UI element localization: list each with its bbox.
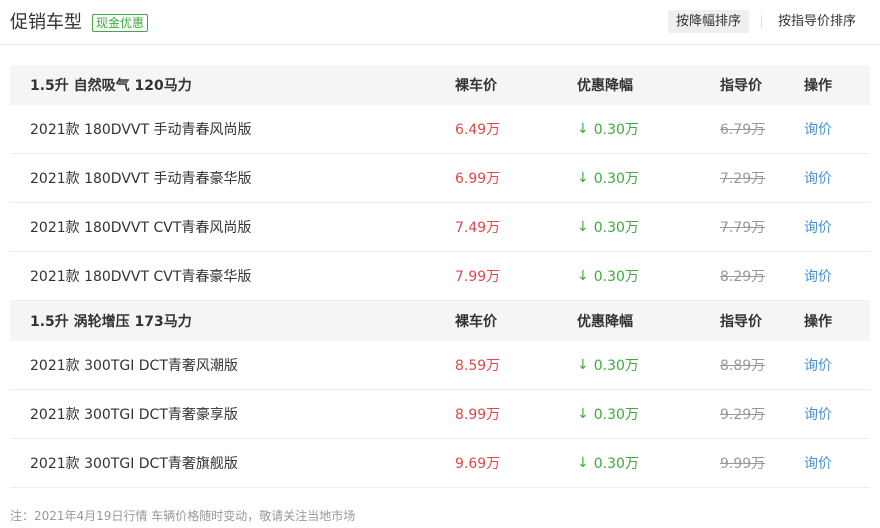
inquire-price-link[interactable]: 询价: [804, 203, 832, 251]
column-header-price: 裸车价: [455, 78, 497, 94]
discount-amount: ↓ 0.30万: [577, 357, 639, 374]
bare-car-price: 8.99万: [455, 407, 501, 423]
guide-price: 6.79万: [720, 122, 766, 138]
arrow-down-icon: ↓: [577, 455, 589, 471]
table-row: 2021款 180DVVT CVT青春风尚版 7.49万 ↓ 0.30万 7.79…: [10, 203, 870, 252]
discount-amount: ↓ 0.30万: [577, 406, 639, 423]
table-row: 2021款 180DVVT CVT青春豪华版 7.99万 ↓ 0.30万 8.29…: [10, 252, 870, 301]
bare-car-price: 9.69万: [455, 456, 501, 472]
guide-price: 8.89万: [720, 358, 766, 374]
arrow-down-icon: ↓: [577, 406, 589, 422]
sort-divider: [761, 15, 762, 28]
car-model-name: 2021款 300TGI DCT青奢旗舰版: [30, 456, 238, 472]
discount-amount: ↓ 0.30万: [577, 268, 639, 285]
group-header: 1.5升 自然吸气 120马力 裸车价 优惠降幅 指导价 操作: [10, 65, 870, 105]
car-model-name: 2021款 180DVVT 手动青春豪华版: [30, 171, 252, 187]
group-title: 1.5升 自然吸气 120马力: [30, 78, 192, 94]
guide-price: 7.29万: [720, 171, 766, 187]
page-title: 促销车型: [10, 12, 82, 33]
table-row: 2021款 180DVVT 手动青春豪华版 6.99万 ↓ 0.30万 7.29万…: [10, 154, 870, 203]
column-header-guide-price: 指导价: [720, 314, 762, 330]
discount-amount: ↓ 0.30万: [577, 170, 639, 187]
bare-car-price: 7.99万: [455, 269, 501, 285]
column-header-price: 裸车价: [455, 314, 497, 330]
arrow-down-icon: ↓: [577, 121, 589, 137]
inquire-price-link[interactable]: 询价: [804, 154, 832, 202]
bare-car-price: 6.99万: [455, 171, 501, 187]
column-header-action: 操作: [804, 314, 832, 330]
arrow-down-icon: ↓: [577, 170, 589, 186]
inquire-price-link[interactable]: 询价: [804, 105, 832, 153]
promo-car-table: 1.5升 自然吸气 120马力 裸车价 优惠降幅 指导价 操作 2021款 18…: [10, 65, 870, 488]
inquire-price-link[interactable]: 询价: [804, 341, 832, 389]
inquire-price-link[interactable]: 询价: [804, 252, 832, 300]
arrow-down-icon: ↓: [577, 268, 589, 284]
discount-amount: ↓ 0.30万: [577, 455, 639, 472]
section-header: 促销车型 现金优惠 按降幅排序 按指导价排序: [0, 0, 880, 45]
cash-discount-badge: 现金优惠: [92, 14, 149, 32]
discount-amount: ↓ 0.30万: [577, 121, 639, 138]
inquire-price-link[interactable]: 询价: [804, 439, 832, 487]
sort-by-guide-price-button[interactable]: 按指导价排序: [770, 10, 864, 33]
guide-price: 9.29万: [720, 407, 766, 423]
table-row: 2021款 180DVVT 手动青春风尚版 6.49万 ↓ 0.30万 6.79万…: [10, 105, 870, 154]
column-header-discount: 优惠降幅: [577, 314, 633, 330]
arrow-down-icon: ↓: [577, 219, 589, 235]
bare-car-price: 8.59万: [455, 358, 501, 374]
guide-price: 9.99万: [720, 456, 766, 472]
sort-by-discount-button[interactable]: 按降幅排序: [668, 10, 750, 33]
discount-amount: ↓ 0.30万: [577, 219, 639, 236]
column-header-guide-price: 指导价: [720, 78, 762, 94]
column-header-discount: 优惠降幅: [577, 78, 633, 94]
bare-car-price: 7.49万: [455, 220, 501, 236]
car-model-name: 2021款 300TGI DCT青奢风潮版: [30, 358, 238, 374]
table-row: 2021款 300TGI DCT青奢豪享版 8.99万 ↓ 0.30万 9.29万…: [10, 390, 870, 439]
table-row: 2021款 300TGI DCT青奢风潮版 8.59万 ↓ 0.30万 8.89万…: [10, 341, 870, 390]
group-title: 1.5升 涡轮增压 173马力: [30, 314, 192, 330]
table-row: 2021款 300TGI DCT青奢旗舰版 9.69万 ↓ 0.30万 9.99万…: [10, 439, 870, 488]
inquire-price-link[interactable]: 询价: [804, 390, 832, 438]
column-header-action: 操作: [804, 78, 832, 94]
arrow-down-icon: ↓: [577, 357, 589, 373]
car-model-name: 2021款 180DVVT CVT青春风尚版: [30, 220, 252, 236]
bare-car-price: 6.49万: [455, 122, 501, 138]
guide-price: 8.29万: [720, 269, 766, 285]
price-footnote: 注：2021年4月19日行情 车辆价格随时变动，敬请关注当地市场: [10, 509, 356, 523]
car-model-name: 2021款 180DVVT CVT青春豪华版: [30, 269, 252, 285]
guide-price: 7.79万: [720, 220, 766, 236]
car-model-name: 2021款 180DVVT 手动青春风尚版: [30, 122, 252, 138]
car-model-name: 2021款 300TGI DCT青奢豪享版: [30, 407, 238, 423]
group-header: 1.5升 涡轮增压 173马力 裸车价 优惠降幅 指导价 操作: [10, 301, 870, 341]
